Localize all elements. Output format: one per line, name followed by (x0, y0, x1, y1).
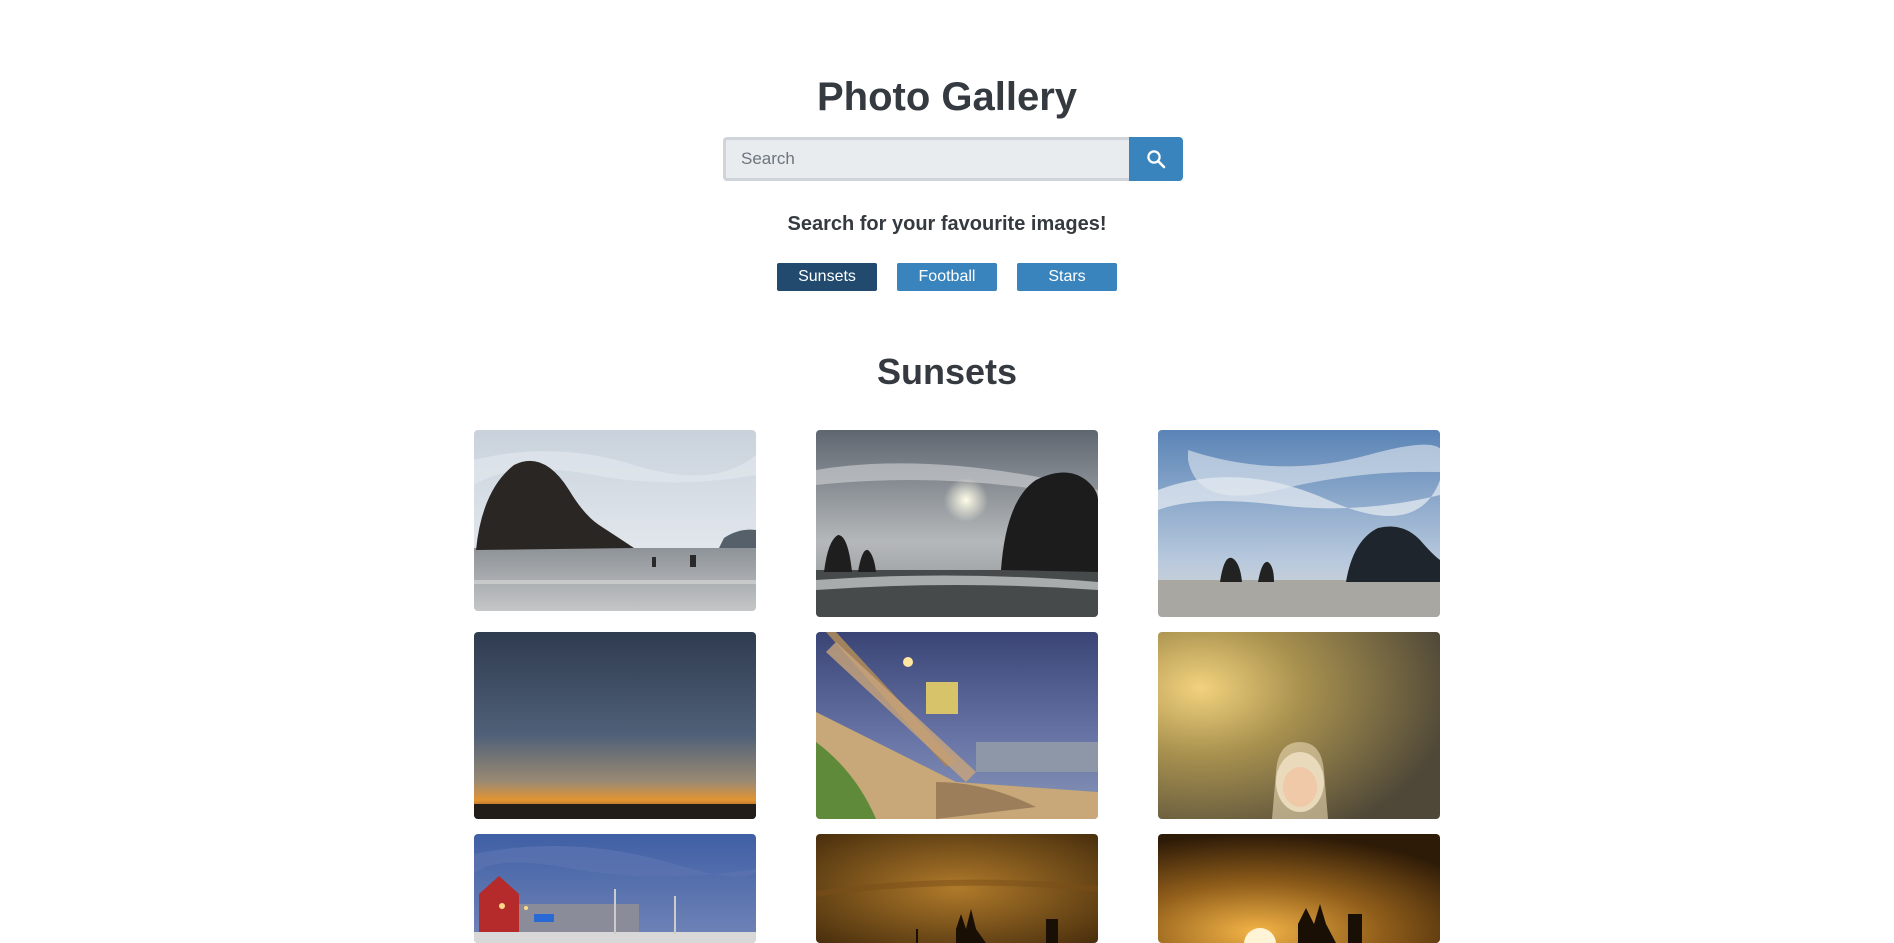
gallery-photo[interactable] (816, 430, 1098, 617)
gallery-photo[interactable] (1158, 632, 1440, 819)
search-input[interactable] (723, 137, 1129, 181)
gallery-photo[interactable] (1158, 430, 1440, 617)
page: Photo Gallery Search for your favourite … (0, 0, 1894, 943)
category-button-football[interactable]: Football (897, 263, 997, 291)
gallery-photo[interactable] (816, 834, 1098, 943)
category-button-sunsets[interactable]: Sunsets (777, 263, 877, 291)
page-title: Photo Gallery (816, 75, 1078, 119)
gallery-photo[interactable] (1158, 834, 1440, 943)
search-button[interactable] (1129, 137, 1183, 181)
category-button-stars[interactable]: Stars (1017, 263, 1117, 291)
gallery-photo[interactable] (474, 430, 756, 611)
search-icon (1146, 149, 1166, 169)
gallery-photo[interactable] (816, 632, 1098, 819)
gallery-photo[interactable] (474, 834, 756, 943)
gallery-photo[interactable] (474, 632, 756, 819)
category-nav: Sunsets Football Stars (0, 263, 1894, 291)
search-form (723, 137, 1183, 181)
gallery-title: Sunsets (876, 351, 1018, 392)
tagline: Search for your favourite images! (787, 213, 1107, 235)
